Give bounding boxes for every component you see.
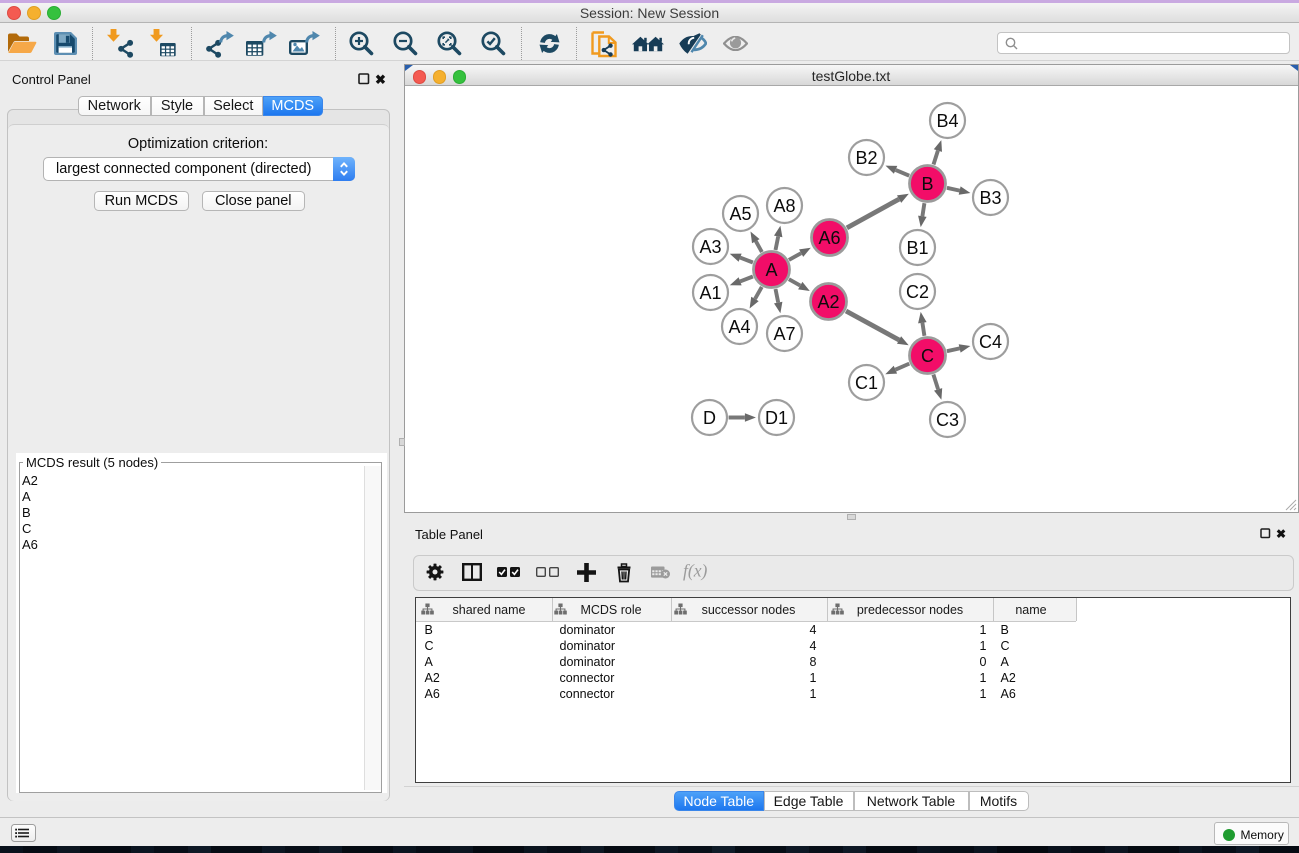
svg-text:C2: C2: [905, 282, 928, 302]
svg-text:A6: A6: [818, 228, 840, 248]
svg-text:A4: A4: [728, 317, 750, 337]
svg-text:B3: B3: [979, 188, 1001, 208]
svg-text:A5: A5: [729, 204, 751, 224]
svg-text:A3: A3: [699, 237, 721, 257]
svg-text:A8: A8: [773, 196, 795, 216]
svg-text:B4: B4: [936, 111, 958, 131]
svg-text:B1: B1: [906, 238, 928, 258]
svg-text:f(x): f(x): [683, 563, 707, 581]
svg-text:B2: B2: [855, 148, 877, 168]
svg-text:A7: A7: [773, 324, 795, 344]
svg-text:B: B: [921, 174, 933, 194]
svg-text:C: C: [921, 346, 934, 366]
svg-text:C1: C1: [854, 373, 877, 393]
svg-text:A: A: [765, 260, 777, 280]
svg-text:D1: D1: [764, 408, 787, 428]
svg-text:A2: A2: [817, 292, 839, 312]
svg-text:D: D: [703, 408, 716, 428]
svg-text:C4: C4: [978, 332, 1001, 352]
svg-text:C3: C3: [935, 410, 958, 430]
svg-text:A1: A1: [699, 283, 721, 303]
